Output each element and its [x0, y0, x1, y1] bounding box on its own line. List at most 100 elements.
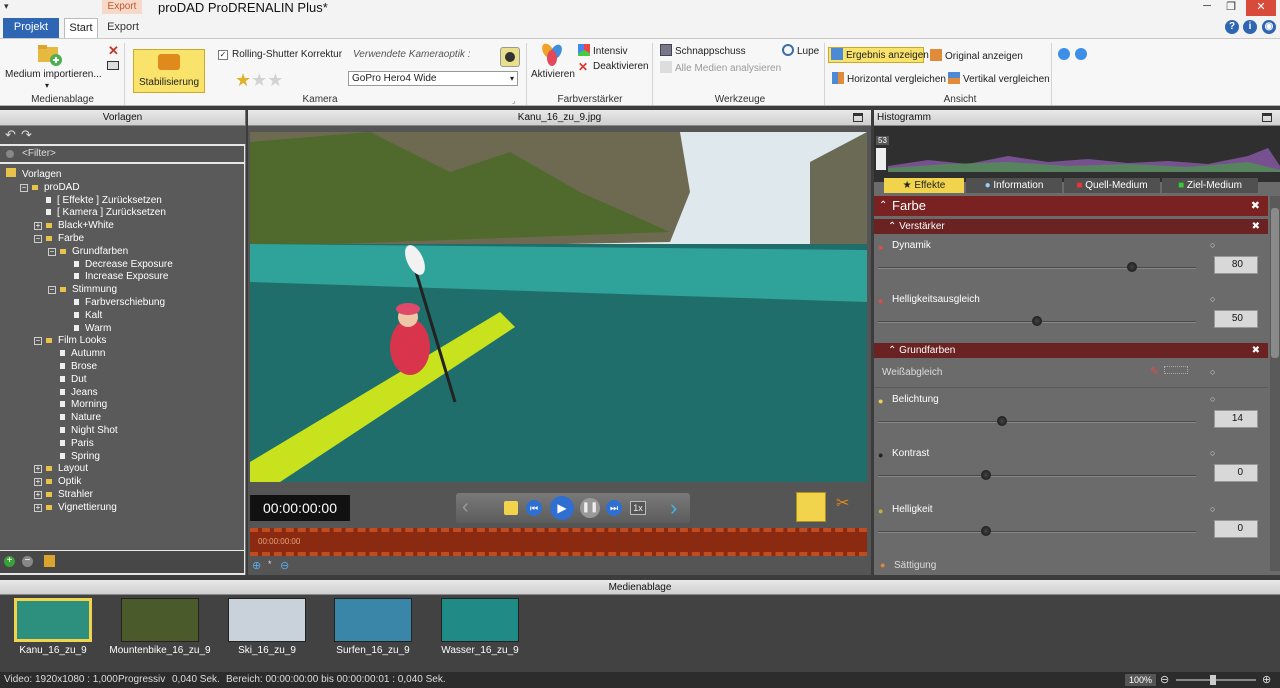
tab-quell-medium[interactable]: ■ Quell-Medium [1064, 178, 1160, 193]
rating-stars[interactable]: ★★★ [235, 71, 283, 89]
zoom-in-icon[interactable]: ⊕ [1262, 672, 1271, 688]
slider-track[interactable] [878, 531, 1196, 533]
expand-toggle-icon[interactable]: + [34, 222, 42, 231]
undo-icon[interactable]: ↶ [5, 127, 16, 143]
tree-item[interactable]: − Film Looks [34, 334, 106, 347]
reset-dot-icon[interactable]: ○ [1210, 294, 1215, 304]
slider-knob[interactable] [981, 470, 991, 480]
next-icon[interactable]: › [670, 495, 677, 521]
slider-knob[interactable] [1032, 316, 1042, 326]
cut-marker-icon[interactable]: ✂ [836, 493, 849, 513]
web-icon[interactable]: ◉ [1262, 20, 1276, 34]
tab-ziel-medium[interactable]: ■ Ziel-Medium [1162, 178, 1258, 193]
tree-item[interactable]: Increase Exposure [62, 270, 168, 283]
original-anzeigen-button[interactable]: Original anzeigen [930, 49, 1023, 62]
minimize-icon[interactable]: ─ [1196, 0, 1218, 16]
scrollbar-thumb[interactable] [1271, 208, 1279, 358]
expand-toggle-icon[interactable]: − [48, 247, 56, 256]
previous-icon[interactable]: ‹ [462, 496, 469, 519]
zoom-out-icon[interactable]: ⊖ [280, 559, 289, 572]
step-back-icon[interactable]: ⏮ [526, 500, 542, 516]
quick-menu-arrow[interactable]: ▾ [4, 1, 9, 12]
reset-dot-icon[interactable]: ○ [1210, 504, 1215, 514]
expand-toggle-icon[interactable]: − [34, 337, 42, 346]
redo-icon[interactable]: ↷ [21, 127, 32, 143]
step-forward-icon[interactable]: ⏭ [606, 500, 622, 516]
medium-importieren-button[interactable]: Medium importieren... [5, 69, 102, 80]
property-value-input[interactable]: 0 [1214, 520, 1258, 538]
loop-icon[interactable] [504, 501, 518, 515]
eyedropper-icon[interactable]: ✎ [1150, 365, 1159, 378]
camera-lens-icon[interactable] [500, 47, 520, 67]
tree-item[interactable]: Night Shot [48, 424, 118, 437]
star-icon-1[interactable]: ★ [235, 70, 251, 90]
vertikal-vergleichen-button[interactable]: Vertikal vergleichen [948, 72, 1050, 85]
zoom-slider[interactable] [1176, 679, 1256, 681]
media-thumbnail[interactable] [14, 598, 92, 642]
property-value-input[interactable]: 0 [1214, 464, 1258, 482]
star-icon-3[interactable]: ★ [267, 70, 283, 90]
tree-item[interactable]: [ Kamera ] Zurücksetzen [34, 206, 166, 219]
tree-item[interactable]: Autumn [48, 347, 105, 360]
maximize-panel-icon[interactable] [1262, 113, 1272, 122]
slider-track[interactable] [878, 267, 1196, 269]
media-thumbnail[interactable] [441, 598, 519, 642]
reset-dot-icon[interactable]: ○ [1210, 367, 1215, 377]
remove-icon[interactable]: ✕ [108, 43, 119, 59]
star-icon-2[interactable]: ★ [251, 70, 267, 90]
tab-projekt[interactable]: Projekt [3, 18, 59, 38]
tree-item[interactable]: + Black+White [34, 219, 114, 232]
add-icon[interactable]: + [4, 556, 15, 567]
tree-item[interactable]: [ Effekte ] Zurücksetzen [34, 194, 162, 207]
rotate-left-icon[interactable] [1058, 48, 1070, 60]
property-value-input[interactable]: 14 [1214, 410, 1258, 428]
tree-item[interactable]: Vorlagen [6, 168, 61, 181]
help-icon[interactable]: ? [1225, 20, 1239, 34]
tree-item[interactable]: + Strahler [34, 488, 93, 501]
horizontal-vergleichen-button[interactable]: Horizontal vergleichen [832, 72, 946, 85]
maximize-panel-icon[interactable] [853, 113, 863, 122]
tree-item[interactable]: Jeans [48, 386, 98, 399]
tree-item[interactable]: Dut [48, 373, 87, 386]
zoom-level[interactable]: 100% [1125, 674, 1157, 686]
tab-effekte[interactable]: ★ Effekte [884, 178, 964, 193]
tree-item[interactable]: + Vignettierung [34, 501, 117, 514]
media-thumbnail[interactable] [228, 598, 306, 642]
media-thumbnail[interactable] [121, 598, 199, 642]
minus-icon[interactable]: − [22, 556, 33, 567]
tree-item[interactable]: − Stimmung [48, 283, 117, 296]
timeline-track[interactable]: 00:00:00:00 [250, 528, 867, 556]
tree-item[interactable]: + Optik [34, 475, 81, 488]
slider-track[interactable] [878, 475, 1196, 477]
reset-dot-icon[interactable]: ○ [1210, 448, 1215, 458]
tree-item[interactable]: + Layout [34, 462, 88, 475]
collapse-icon[interactable]: ⌃ [888, 345, 899, 356]
filter-input[interactable]: <Filter> [22, 148, 56, 159]
slider-knob[interactable] [1127, 262, 1137, 272]
intensiv-button[interactable]: Intensiv [578, 44, 627, 57]
expand-toggle-icon[interactable]: − [34, 235, 42, 243]
section-farbe[interactable]: ⌃ Farbe ✖ [874, 196, 1268, 216]
info-icon[interactable]: i [1243, 20, 1257, 34]
zoom-out-icon[interactable]: ⊖ [1160, 672, 1169, 688]
subsection-grundfarben[interactable]: ⌃ Grundfarben ✖ [874, 343, 1268, 358]
tree-item[interactable]: Decrease Exposure [62, 258, 173, 271]
filmstrip-icon[interactable] [107, 61, 119, 70]
deaktivieren-button[interactable]: ✕ Deaktivieren [578, 61, 649, 73]
color-booster-icon[interactable] [540, 43, 564, 67]
expand-toggle-icon[interactable]: + [34, 465, 42, 474]
tree-item[interactable]: Nature [48, 411, 101, 424]
tree-item[interactable]: − proDAD [20, 181, 80, 194]
tree-item[interactable]: Brose [48, 360, 97, 373]
dropdown-arrow-icon[interactable]: ▾ [45, 81, 49, 90]
property-value-input[interactable]: 80 [1214, 256, 1258, 274]
tree-item[interactable]: Farbverschiebung [62, 296, 165, 309]
zoom-in-icon[interactable]: ⊕ [252, 559, 261, 572]
tab-information[interactable]: ● Information [966, 178, 1062, 193]
kameraoptik-select[interactable]: GoPro Hero4 Wide ▾ [348, 71, 518, 86]
reset-dot-icon[interactable]: ○ [1210, 240, 1215, 250]
reset-dot-icon[interactable]: ○ [1210, 394, 1215, 404]
zoom-slider-thumb[interactable] [1210, 675, 1216, 685]
expand-toggle-icon[interactable]: + [34, 491, 42, 499]
property-value-input[interactable]: 50 [1214, 310, 1258, 328]
